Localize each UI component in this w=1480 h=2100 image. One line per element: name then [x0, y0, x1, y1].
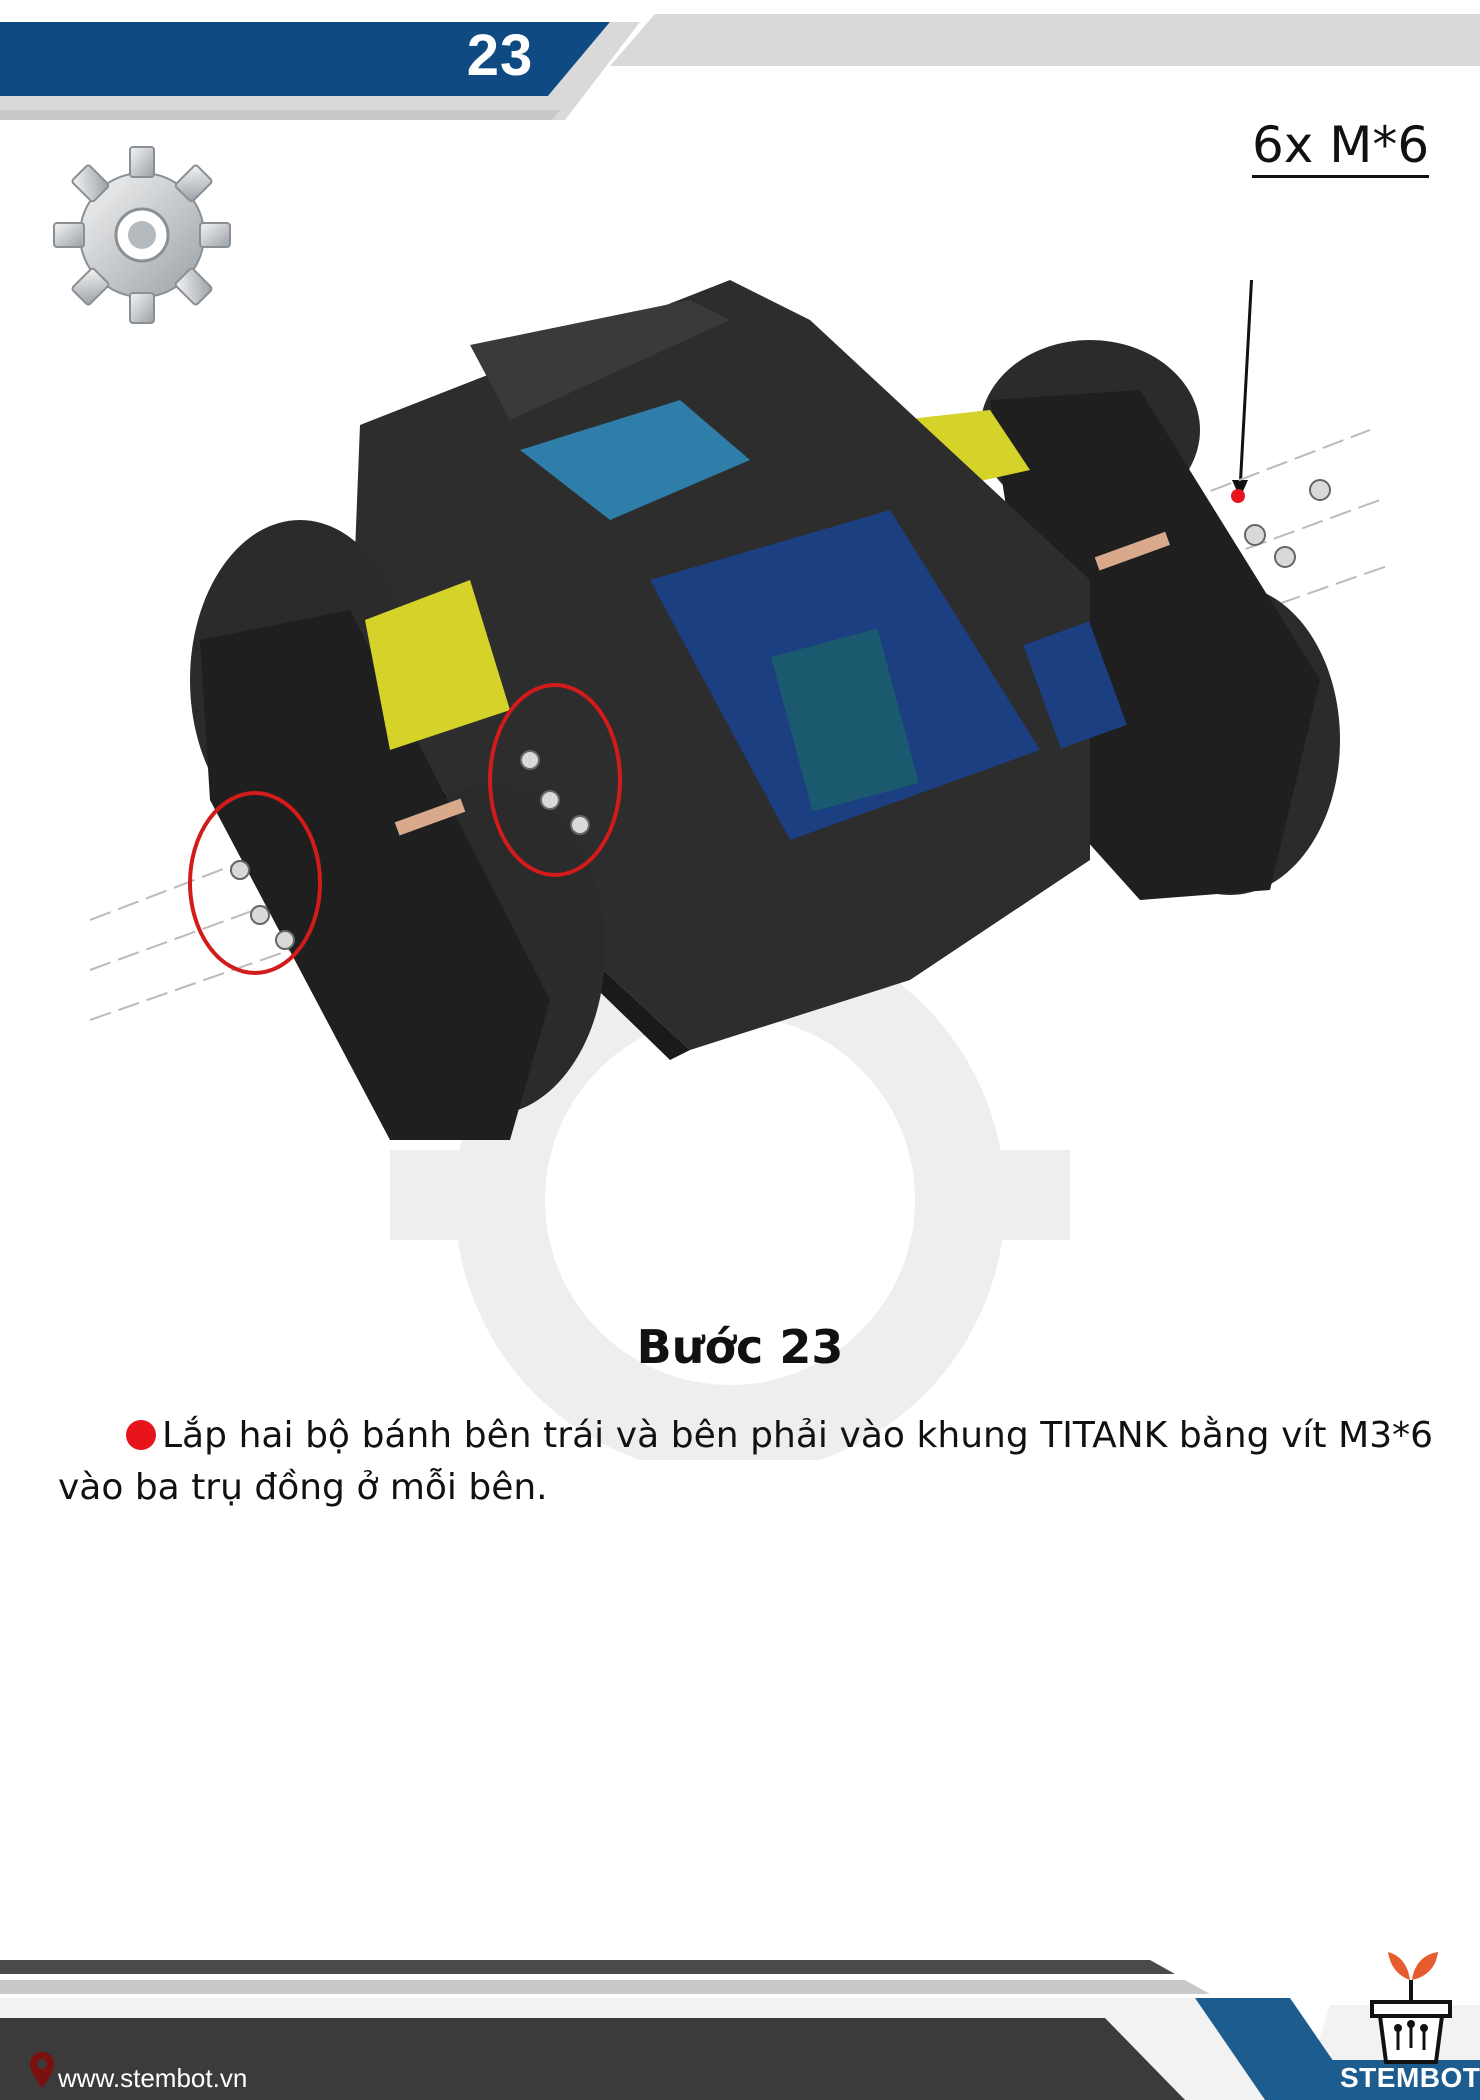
screw-callout-label: 6x M*6 [1252, 118, 1430, 178]
assembly-diagram [90, 280, 1391, 1140]
page-number: 23 [466, 23, 534, 88]
website-link[interactable]: www.stembot.vn [58, 2063, 247, 2094]
bullet-dot-icon [126, 1420, 156, 1450]
step-instruction: Lắp hai bộ bánh bên trái và bên phải vào… [58, 1410, 1433, 1514]
plant-pot-logo-icon [1370, 1952, 1452, 2064]
instruction-text: Lắp hai bộ bánh bên trái và bên phải vào… [58, 1415, 1433, 1508]
callout-leader-line [1238, 280, 1254, 491]
brand-name: STEMBOT [1340, 2062, 1480, 2093]
location-pin-icon [30, 2052, 54, 2088]
step-title: Bước 23 [636, 1320, 844, 1374]
